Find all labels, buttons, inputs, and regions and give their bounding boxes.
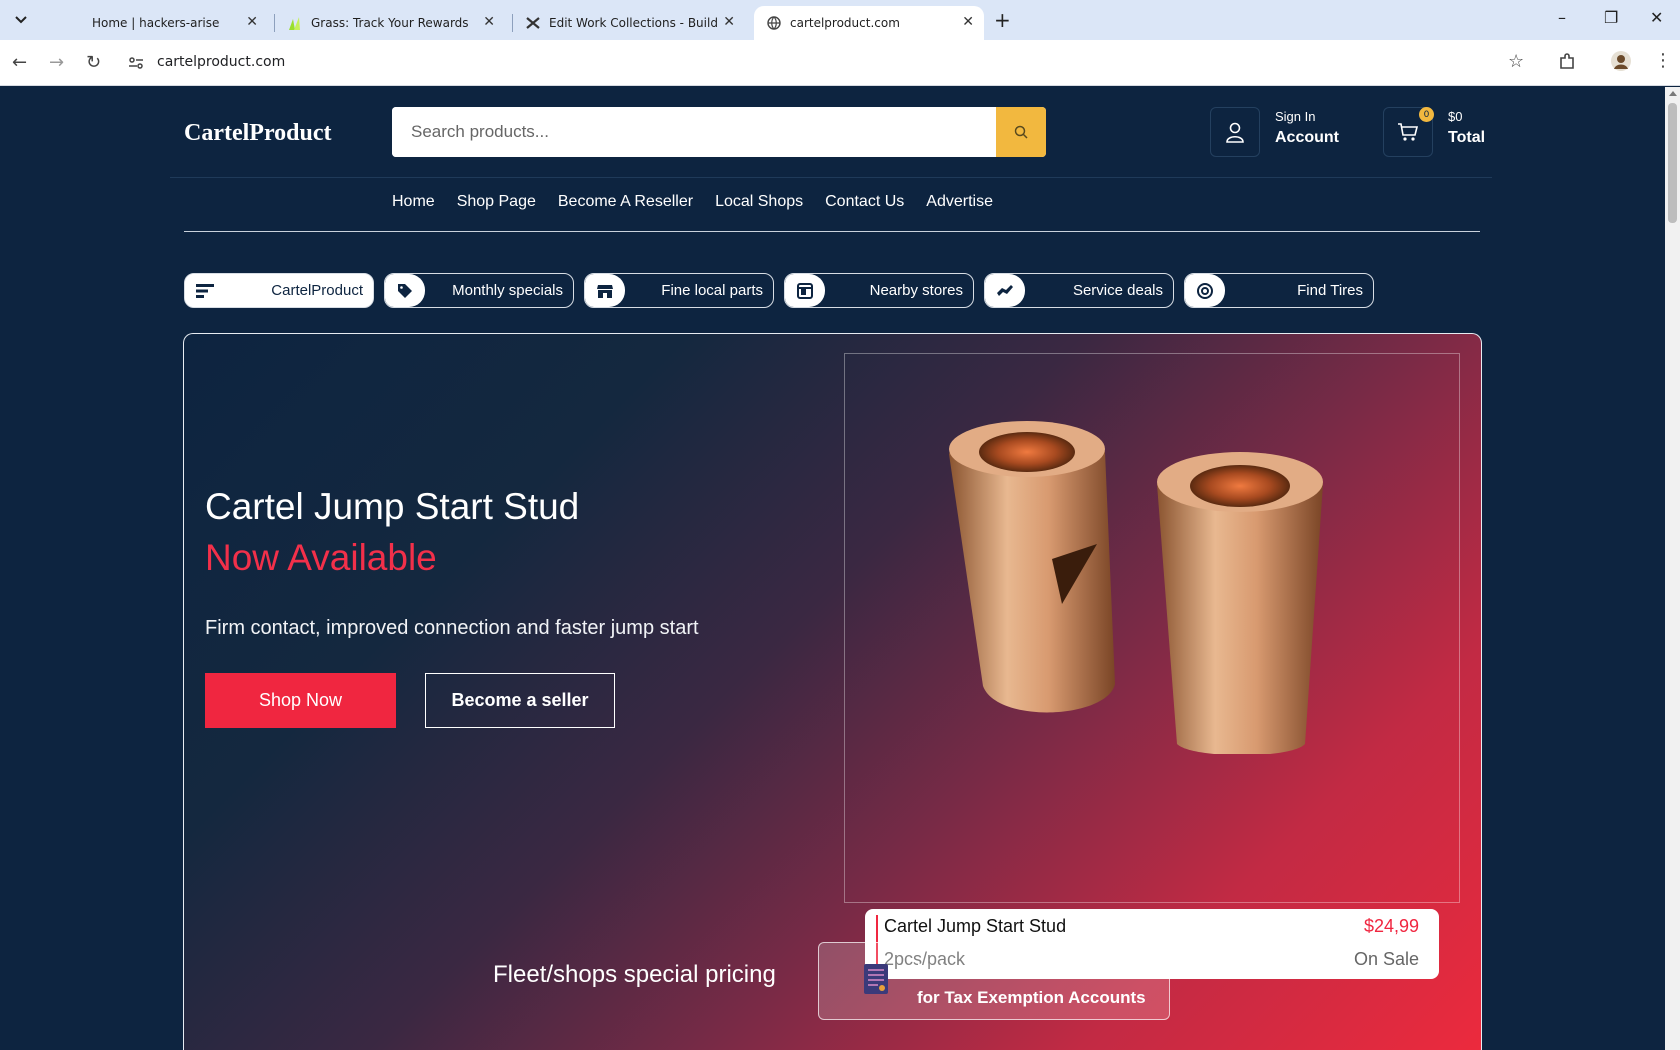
search-bar: [392, 107, 1046, 157]
become-seller-button[interactable]: Become a seller: [425, 673, 615, 728]
restore-icon[interactable]: ❐: [1604, 8, 1618, 27]
nav-home[interactable]: Home: [392, 193, 435, 211]
tab-title: Grass: Track Your Rewards: [311, 16, 469, 30]
nav-divider: [184, 231, 1480, 232]
nav-advertise[interactable]: Advertise: [926, 193, 993, 211]
grass-icon: [287, 15, 303, 31]
shop-now-button[interactable]: Shop Now: [205, 673, 396, 728]
tab-title: Edit Work Collections - Build Pr: [549, 16, 721, 30]
profile-avatar[interactable]: [1610, 50, 1632, 77]
tab-hackers-arise[interactable]: Home | hackers-arise ✕: [56, 6, 268, 40]
pill-fine-local-parts[interactable]: Fine local parts: [584, 273, 774, 308]
product-name[interactable]: Cartel Jump Start Stud: [884, 916, 1066, 937]
tab-edit-work-collections[interactable]: Edit Work Collections - Build Pr ✕: [513, 6, 745, 40]
pill-label: Fine local parts: [661, 282, 763, 299]
page: CartelProduct Sign In Account 0 $0 Total…: [0, 87, 1665, 1050]
store-icon: [585, 274, 625, 307]
tire-icon: [1185, 274, 1225, 307]
tab-title: cartelproduct.com: [790, 16, 900, 30]
site-info-icon[interactable]: [128, 55, 144, 75]
reload-icon[interactable]: ↻: [86, 52, 101, 73]
pill-label: Find Tires: [1297, 282, 1363, 299]
address-bar[interactable]: cartelproduct.com: [157, 54, 285, 70]
upload-line-1: Upload Mc certificate: [917, 960, 1088, 979]
close-icon[interactable]: ✕: [723, 14, 735, 30]
blank-favicon-icon: [68, 15, 84, 31]
pill-find-tires[interactable]: Find Tires: [1184, 273, 1374, 308]
back-icon[interactable]: ←: [12, 52, 27, 73]
pill-label: Service deals: [1072, 282, 1163, 299]
tools-icon: [525, 15, 541, 31]
shop-front-icon: [785, 274, 825, 307]
hero-description: Firm contact, improved connection and fa…: [205, 617, 699, 639]
account-label[interactable]: Account: [1275, 129, 1339, 147]
hero-subtitle: Now Available: [205, 537, 437, 578]
search-icon: [1014, 125, 1028, 139]
account-button[interactable]: [1210, 107, 1260, 157]
browser-toolbar: ← → ↻ cartelproduct.com ☆ ⋮: [0, 40, 1680, 86]
tab-search-button[interactable]: [8, 7, 34, 33]
handshake-icon: [985, 274, 1025, 307]
pill-monthly-specials[interactable]: Monthly specials: [384, 273, 574, 308]
browser-tab-bar: Home | hackers-arise ✕ Grass: Track Your…: [0, 0, 1680, 40]
upload-line-2: for Tax Exemption Accounts: [917, 988, 1146, 1007]
tab-grass[interactable]: Grass: Track Your Rewards ✕: [275, 6, 505, 40]
minimize-icon[interactable]: –: [1558, 8, 1566, 27]
scroll-thumb[interactable]: [1668, 103, 1677, 223]
tag-icon: [385, 274, 425, 307]
tab-cartelproduct[interactable]: cartelproduct.com ✕: [754, 6, 984, 40]
cart-total-label[interactable]: Total: [1448, 129, 1485, 147]
main-nav: Home Shop Page Become A Reseller Local S…: [392, 193, 1015, 211]
product-image-frame: [844, 353, 1460, 903]
nav-local-shops[interactable]: Local Shops: [715, 193, 803, 211]
tab-title: Home | hackers-arise: [92, 16, 220, 30]
site-logo[interactable]: CartelProduct: [184, 120, 332, 147]
page-scrollbar[interactable]: [1665, 87, 1680, 1050]
menu-list-icon: [185, 274, 225, 307]
new-tab-icon[interactable]: +: [994, 8, 1011, 32]
extensions-icon[interactable]: [1558, 53, 1576, 76]
globe-icon: [766, 15, 782, 31]
pill-service-deals[interactable]: Service deals: [984, 273, 1174, 308]
pill-label: Monthly specials: [452, 282, 563, 299]
nav-shop-page[interactable]: Shop Page: [457, 193, 536, 211]
close-icon[interactable]: ✕: [962, 14, 974, 30]
fleet-pricing-text: Fleet/shops special pricing: [493, 961, 776, 988]
pill-nearby-stores[interactable]: Nearby stores: [784, 273, 974, 308]
product-price: $24,99: [1363, 916, 1419, 936]
scroll-up-icon[interactable]: [1669, 91, 1677, 96]
cart-amount: $0: [1448, 109, 1463, 124]
sign-in-label[interactable]: Sign In: [1275, 109, 1315, 124]
header-divider: [170, 177, 1492, 178]
product-status: On Sale: [1353, 949, 1419, 969]
user-icon: [1226, 122, 1244, 143]
window-close-icon[interactable]: ✕: [1650, 8, 1663, 27]
more-menu-icon[interactable]: ⋮: [1654, 50, 1672, 71]
close-icon[interactable]: ✕: [246, 14, 258, 30]
cart-count-badge: 0: [1419, 107, 1434, 122]
nav-contact-us[interactable]: Contact Us: [825, 193, 904, 211]
close-icon[interactable]: ✕: [483, 14, 495, 30]
upload-certificate-button[interactable]: Upload Mc certificate for Tax Exemption …: [818, 942, 1170, 1020]
search-input[interactable]: [392, 107, 996, 157]
cart-icon: [1398, 123, 1419, 141]
search-button[interactable]: [996, 107, 1046, 157]
certificate-icon: [863, 963, 889, 999]
bookmark-star-icon[interactable]: ☆: [1508, 51, 1524, 72]
pill-label: CartelProduct: [271, 282, 363, 299]
nav-become-reseller[interactable]: Become A Reseller: [558, 193, 693, 211]
hero-title: Cartel Jump Start Stud: [205, 486, 580, 527]
hero-banner: Cartel Jump Start Stud Now Available Fir…: [183, 333, 1482, 1050]
upload-text: Upload Mc certificate for Tax Exemption …: [917, 956, 1146, 1012]
forward-icon[interactable]: →: [49, 52, 64, 73]
product-image[interactable]: [937, 414, 1337, 754]
pill-cartelproduct[interactable]: CartelProduct: [184, 273, 374, 308]
pill-label: Nearby stores: [869, 282, 963, 299]
